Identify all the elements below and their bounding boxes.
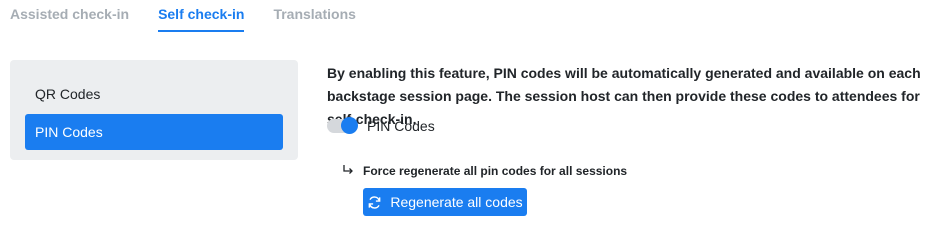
sidebar: QR Codes PIN Codes [10, 60, 298, 160]
pin-codes-toggle-row: PIN Codes [327, 117, 435, 134]
main-content: By enabling this feature, PIN codes will… [327, 62, 927, 216]
regenerate-note-row: Force regenerate all pin codes for all s… [341, 164, 627, 178]
regenerate-button-label: Regenerate all codes [390, 194, 523, 210]
regenerate-note: Force regenerate all pin codes for all s… [363, 164, 628, 178]
tab-self-check-in[interactable]: Self check-in [158, 0, 245, 32]
tab-assisted-check-in[interactable]: Assisted check-in [10, 0, 129, 32]
arrow-return-right-icon [341, 164, 355, 178]
sidebar-item-qr-codes[interactable]: QR Codes [25, 76, 283, 112]
tab-bar: Assisted check-in Self check-in Translat… [10, 0, 356, 32]
sidebar-item-pin-codes[interactable]: PIN Codes [25, 114, 283, 150]
refresh-icon [367, 195, 382, 210]
regenerate-all-codes-button[interactable]: Regenerate all codes [363, 188, 527, 216]
pin-codes-toggle-label: PIN Codes [367, 118, 435, 134]
pin-codes-toggle[interactable] [327, 117, 358, 134]
toggle-knob [341, 117, 358, 134]
tab-translations[interactable]: Translations [273, 0, 355, 32]
